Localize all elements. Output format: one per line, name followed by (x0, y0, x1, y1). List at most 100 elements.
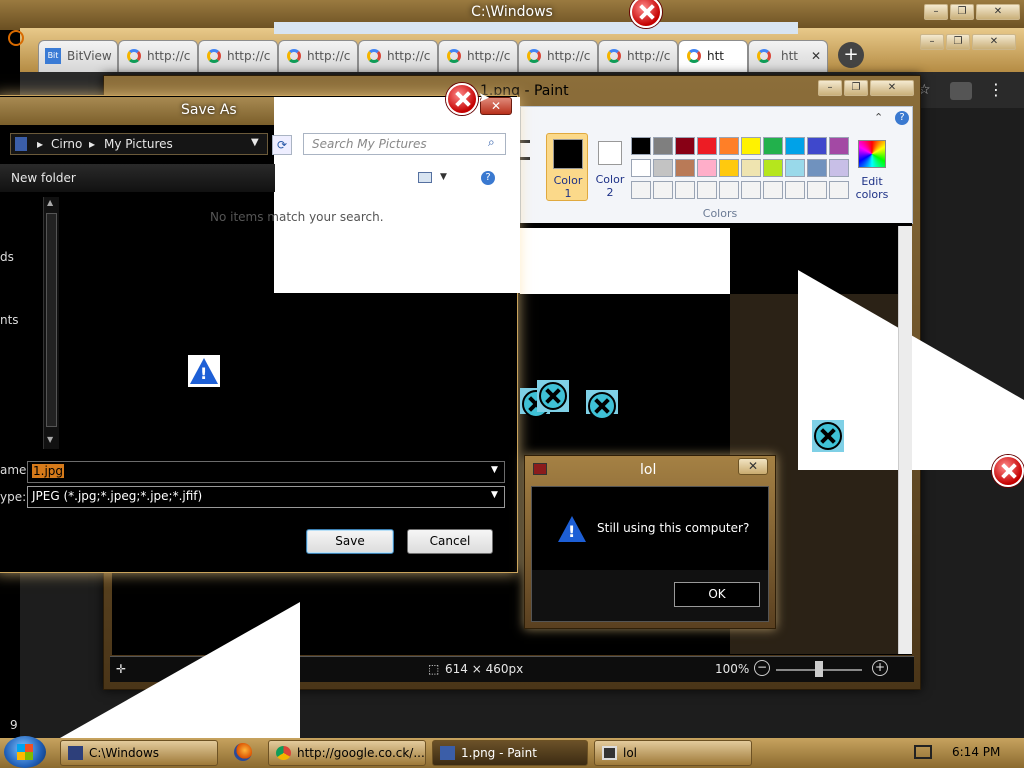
palette-color-swatch[interactable] (653, 181, 673, 199)
tab-label: BitView (67, 49, 112, 63)
scroll-down-icon[interactable]: ▼ (47, 435, 53, 444)
stray-digit: 9 (10, 718, 18, 732)
paint-close-button[interactable]: ✕ (870, 80, 914, 96)
palette-color-swatch[interactable] (785, 137, 805, 155)
address-bar[interactable]: ▸ Cirno ▸ My Pictures ▼ (10, 133, 268, 155)
cancel-button[interactable]: Cancel (407, 529, 493, 554)
tab-google[interactable]: http://c (278, 40, 358, 72)
refresh-button[interactable]: ⟳ (272, 135, 292, 155)
nav-item[interactable]: ds (0, 250, 14, 264)
palette-color-swatch[interactable] (675, 137, 695, 155)
file-type-select[interactable]: JPEG (*.jpg;*.jpeg;*.jpe;*.jfif) ▼ (27, 486, 505, 508)
view-options-icon[interactable] (418, 172, 432, 183)
google-icon (207, 49, 221, 63)
color2-number: 2 (606, 186, 614, 199)
breadcrumb-my-pictures[interactable]: My Pictures (104, 137, 173, 151)
palette-color-swatch[interactable] (675, 181, 695, 199)
zoom-out-button[interactable]: − (754, 660, 770, 676)
paint-minimize-button[interactable]: – (818, 80, 842, 96)
palette-color-swatch[interactable] (697, 159, 717, 177)
start-button[interactable] (4, 736, 46, 768)
help-icon[interactable]: ? (481, 171, 495, 185)
palette-color-swatch[interactable] (697, 137, 717, 155)
palette-color-swatch[interactable] (719, 137, 739, 155)
nav-scrollbar[interactable]: ▲ ▼ (43, 197, 59, 449)
tab-google[interactable]: htt ✕ (748, 40, 828, 72)
palette-color-swatch[interactable] (653, 159, 673, 177)
tab-google[interactable]: http://c (598, 40, 678, 72)
save-button[interactable]: Save (306, 529, 394, 554)
palette-color-swatch[interactable] (763, 181, 783, 199)
tab-google[interactable]: http://c (518, 40, 598, 72)
palette-color-swatch[interactable] (741, 137, 761, 155)
chrome-menu-icon[interactable]: ⋮ (988, 80, 1004, 99)
file-name-field[interactable]: 1.jpg ▼ (27, 461, 505, 483)
file-type-dropdown-icon[interactable]: ▼ (491, 490, 498, 500)
palette-color-swatch[interactable] (829, 137, 849, 155)
palette-color-swatch[interactable] (829, 159, 849, 177)
explorer-minimize-button[interactable]: – (924, 4, 948, 20)
tab-google[interactable]: http://c (198, 40, 278, 72)
new-tab-button[interactable]: + (838, 42, 864, 68)
paint-maximize-button[interactable]: ❐ (844, 80, 868, 96)
chrome-close-button[interactable]: ✕ (972, 34, 1016, 50)
palette-color-swatch[interactable] (785, 159, 805, 177)
tab-google[interactable]: http://c (118, 40, 198, 72)
palette-color-swatch[interactable] (829, 181, 849, 199)
tab-google-active[interactable]: htt (678, 40, 748, 72)
help-icon[interactable]: ? (895, 111, 909, 125)
tab-bitview[interactable]: Bit BitView (38, 40, 118, 72)
tab-close-icon[interactable]: ✕ (811, 49, 821, 63)
taskbar-item-paint[interactable]: 1.png - Paint (432, 740, 588, 766)
collapse-ribbon-icon[interactable]: ⌃ (874, 111, 883, 124)
palette-color-swatch[interactable] (697, 181, 717, 199)
google-icon (127, 49, 141, 63)
zoom-in-button[interactable]: + (872, 660, 888, 676)
palette-color-swatch[interactable] (763, 159, 783, 177)
new-folder-button[interactable]: New folder (11, 171, 76, 185)
profile-icon[interactable] (950, 82, 972, 100)
breadcrumb-cirno[interactable]: Cirno (51, 137, 82, 151)
palette-color-swatch[interactable] (741, 159, 761, 177)
palette-color-swatch[interactable] (763, 137, 783, 155)
taskbar-item-explorer[interactable]: C:\Windows (60, 740, 218, 766)
tab-google[interactable]: http://c (438, 40, 518, 72)
palette-color-swatch[interactable] (653, 137, 673, 155)
search-input[interactable]: Search My Pictures ⌕ (303, 133, 506, 155)
address-dropdown-icon[interactable]: ▼ (251, 137, 259, 148)
color1-button[interactable]: Color 1 (546, 133, 588, 201)
palette-color-swatch[interactable] (675, 159, 695, 177)
edit-colors-button[interactable]: Edit colors (854, 135, 890, 201)
network-icon[interactable] (914, 745, 932, 759)
scroll-up-icon[interactable]: ▲ (47, 198, 53, 207)
paint-canvas[interactable] (520, 228, 730, 294)
palette-color-swatch[interactable] (631, 181, 651, 199)
tab-google[interactable]: http://c (358, 40, 438, 72)
ok-button[interactable]: OK (674, 582, 760, 607)
taskbar-item-chrome[interactable]: http://google.co.ck/... (268, 740, 426, 766)
chrome-maximize-button[interactable]: ❐ (946, 34, 970, 50)
chrome-minimize-button[interactable]: – (920, 34, 944, 50)
paint-vertical-scrollbar[interactable] (898, 226, 912, 654)
palette-color-swatch[interactable] (719, 181, 739, 199)
nav-item[interactable]: nts (0, 313, 19, 327)
palette-color-swatch[interactable] (785, 181, 805, 199)
scrollbar-thumb[interactable] (46, 213, 57, 427)
palette-color-swatch[interactable] (631, 159, 651, 177)
taskbar-item-lol[interactable]: lol (594, 740, 752, 766)
explorer-close-button[interactable]: ✕ (976, 4, 1020, 20)
file-name-dropdown-icon[interactable]: ▼ (491, 465, 498, 475)
zoom-slider-thumb[interactable] (815, 661, 823, 677)
palette-color-swatch[interactable] (807, 137, 827, 155)
view-dropdown-icon[interactable]: ▼ (440, 172, 447, 182)
lol-close-button[interactable]: ✕ (738, 458, 768, 475)
palette-color-swatch[interactable] (807, 159, 827, 177)
palette-color-swatch[interactable] (719, 159, 739, 177)
firefox-icon[interactable] (234, 743, 252, 761)
palette-color-swatch[interactable] (741, 181, 761, 199)
palette-color-swatch[interactable] (631, 137, 651, 155)
palette-color-swatch[interactable] (807, 181, 827, 199)
clock[interactable]: 6:14 PM (952, 745, 1000, 759)
color2-button[interactable]: Color 2 (590, 133, 630, 201)
explorer-maximize-button[interactable]: ❐ (950, 4, 974, 20)
